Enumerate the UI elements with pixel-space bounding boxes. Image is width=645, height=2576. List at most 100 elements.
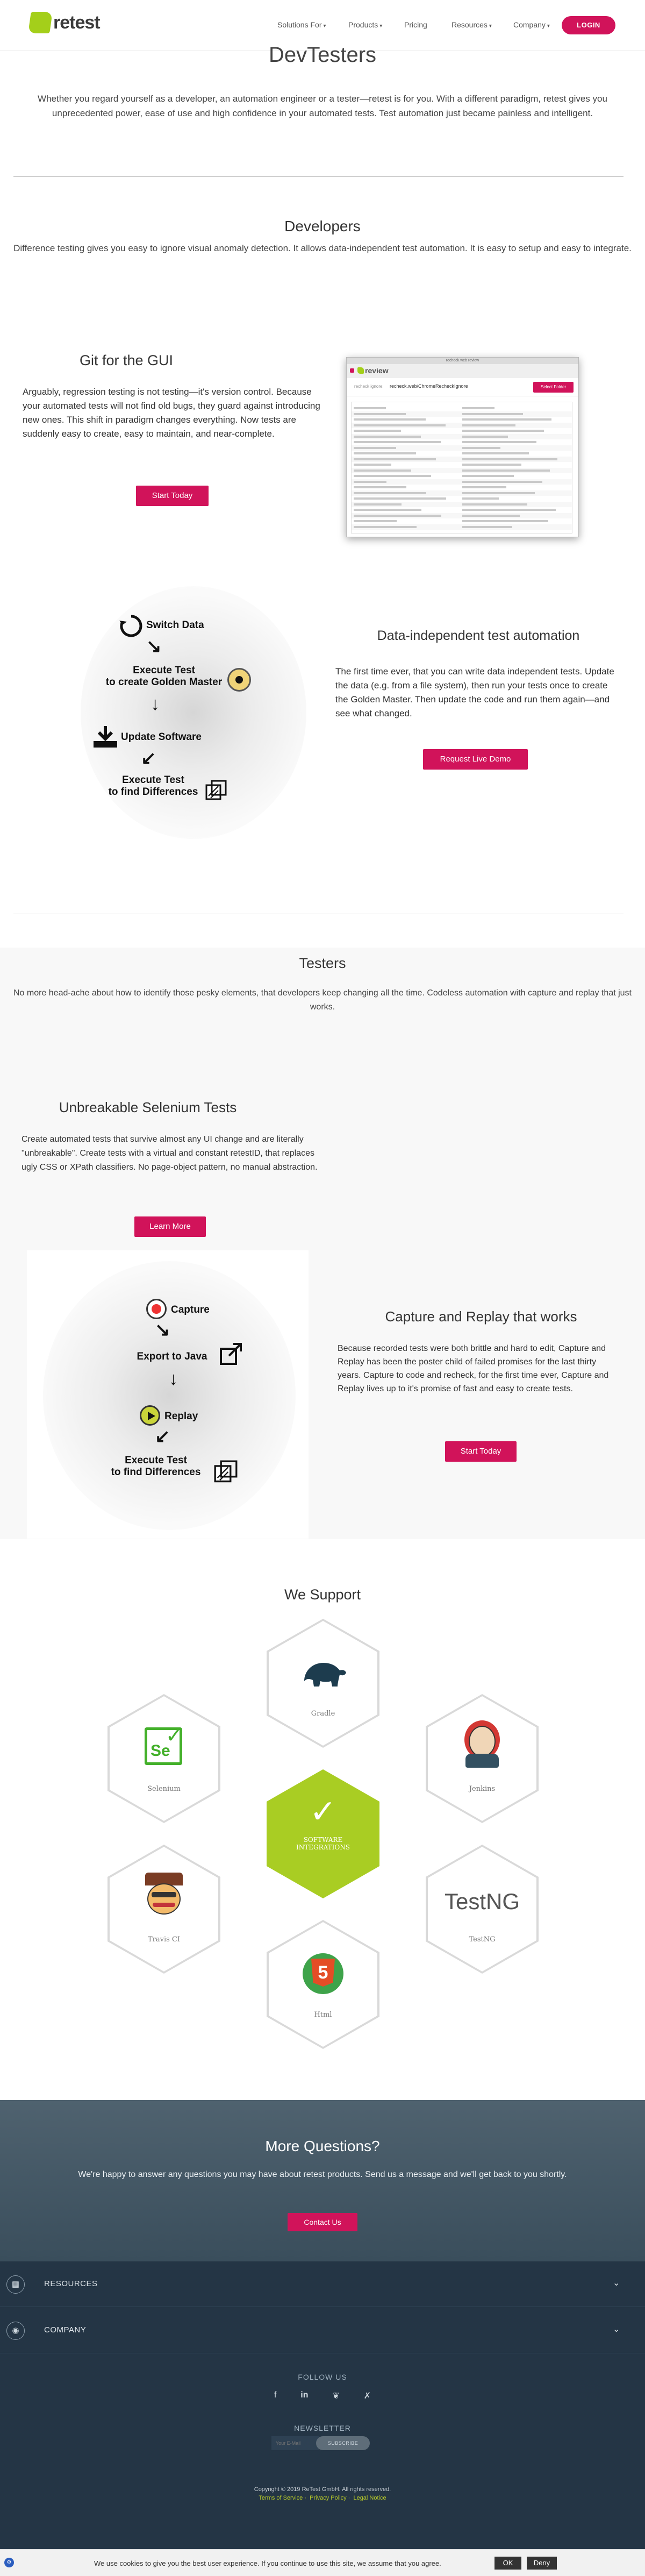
hex-gradle[interactable]: Gradle [267,1619,379,1748]
developers-title: Developers [284,218,361,234]
diff-cell [462,430,544,432]
diff-cell [462,503,527,506]
diff-cell [354,509,421,511]
footer-resources-toggle[interactable]: ▦ RESOURCES ⌄ [0,2261,645,2307]
hex-label: Html [314,2011,332,2019]
arrow-icon: ↘ [155,1320,170,1340]
diff-row [352,479,572,485]
diff-cell [462,446,500,449]
select-folder-button[interactable]: Select Folder [533,382,574,393]
chevron-down-icon: ▾ [547,23,550,29]
nav-products[interactable]: Products ▾ [348,20,382,29]
xing-icon[interactable]: ✗ [364,2390,371,2401]
diff-cell [354,441,441,443]
data-independent-diagram: Switch Data ↘ Execute Test to create Gol… [81,586,306,839]
cookie-deny-button[interactable]: Deny [527,2557,557,2570]
diff-cell [354,475,431,477]
linkedin-icon[interactable]: in [300,2390,308,2401]
developers-text: Difference testing gives you easy to ign… [13,243,632,253]
chevron-down-icon: ▾ [323,23,326,29]
diff-row [352,462,572,467]
request-demo-button[interactable]: Request Live Demo [423,749,528,770]
diff-row [352,433,572,439]
hex-html[interactable]: 5 Html [267,1920,379,2049]
privacy-link[interactable]: Privacy Policy [310,2495,346,2501]
path-label: recheck ignore: [354,384,384,389]
hex-label: Gradle [311,1710,335,1718]
diff-cell [462,520,548,522]
start-today-button[interactable]: Start Today [136,486,209,506]
nav-pricing[interactable]: Pricing [404,20,427,29]
contact-us-button[interactable]: Contact Us [288,2213,357,2231]
hex-testng[interactable]: TestNG TestNG [426,1845,539,1974]
diff-cell [354,480,386,483]
facebook-icon[interactable]: f [274,2390,276,2401]
page-title: DevTesters [268,43,377,67]
selenium-logo-icon: Se ✓ [145,1725,183,1765]
hex-travis[interactable]: Travis CI [108,1845,220,1974]
logo[interactable]: retest [28,12,101,33]
html5-logo-icon: 5 [303,1953,343,1994]
legal-notice-link[interactable]: Legal Notice [353,2495,386,2501]
hex-software-integrations[interactable]: ✓ SOFTWARE INTEGRATIONS [267,1769,379,1898]
nav-resources[interactable]: Resources ▾ [452,20,492,29]
data-independent-text: The first time ever, that you can write … [335,666,614,718]
diff-cell [462,469,550,472]
check-icon: ✓ [309,1794,337,1830]
start-today-button-2[interactable]: Start Today [445,1441,517,1462]
diff-cell [354,407,386,409]
learn-more-button[interactable]: Learn More [134,1216,206,1237]
diff-cell [462,525,512,528]
diff-cell [354,418,426,421]
html5-number: 5 [311,1959,335,1987]
footer-company-toggle[interactable]: ◉ COMPANY ⌄ [0,2308,645,2353]
diff-row [352,456,572,462]
arrow-icon: ↙ [155,1426,170,1447]
subscribe-button[interactable]: SUBSCRIBE [316,2436,370,2450]
git-text: Arguably, regression testing is not test… [23,387,320,439]
diff-cell [354,503,402,506]
diff-cell [354,458,436,460]
arrow-icon: ↘ [146,636,162,657]
jenkins-logo-icon [461,1720,503,1769]
diff-row [352,518,572,524]
diff-row [352,445,572,451]
nav-products-label: Products [348,20,378,29]
contact-section: More Questions? We're happy to answer an… [0,2100,645,2261]
chevron-down-icon: ▾ [489,23,492,29]
nav-resources-label: Resources [452,20,488,29]
cookie-settings-icon[interactable]: ⚙ [4,2558,14,2567]
diff-row [352,428,572,433]
newsletter-label: NEWSLETTER [294,2424,351,2432]
flow-replay: Replay [164,1411,198,1422]
follow-us-label: FOLLOW US [298,2373,347,2381]
diff-row [352,439,572,445]
screenshot-title-bar: recheck.web review [347,358,578,364]
hex-jenkins[interactable]: Jenkins [426,1694,539,1823]
hex-selenium[interactable]: Se ✓ Selenium [108,1694,220,1823]
diff-cell [462,424,515,426]
diff-row [352,507,572,513]
user-icon: ◉ [6,2322,25,2340]
switch-icon [119,615,142,637]
record-icon [146,1299,167,1319]
capture-diagram-card: Capture ↘ Export to Java ↓ Replay ↙ Exec… [27,1250,309,1539]
diff-cell [354,435,421,438]
nav-solutions[interactable]: Solutions For ▾ [277,20,326,29]
newsletter-email-input[interactable] [271,2436,319,2450]
cookie-ok-button[interactable]: OK [494,2557,521,2570]
differences-icon [214,1460,238,1483]
diff-cell [354,464,391,466]
twitter-icon[interactable]: ❦ [332,2390,339,2401]
differences-icon [205,780,227,800]
login-button[interactable]: LOGIN [562,16,615,34]
terms-link[interactable]: Terms of Service [259,2495,303,2501]
nav-company[interactable]: Company ▾ [513,20,550,29]
capture-text: Because recorded tests were both brittle… [338,1344,609,1393]
cookie-text: We use cookies to give you the best user… [94,2559,441,2567]
chevron-down-icon: ⌄ [613,2325,620,2334]
capture-title: Capture and Replay that works [385,1308,577,1325]
git-title: Git for the GUI [79,352,174,368]
diff-row [352,513,572,518]
capture-diagram: Capture ↘ Export to Java ↓ Replay ↙ Exec… [43,1261,296,1530]
